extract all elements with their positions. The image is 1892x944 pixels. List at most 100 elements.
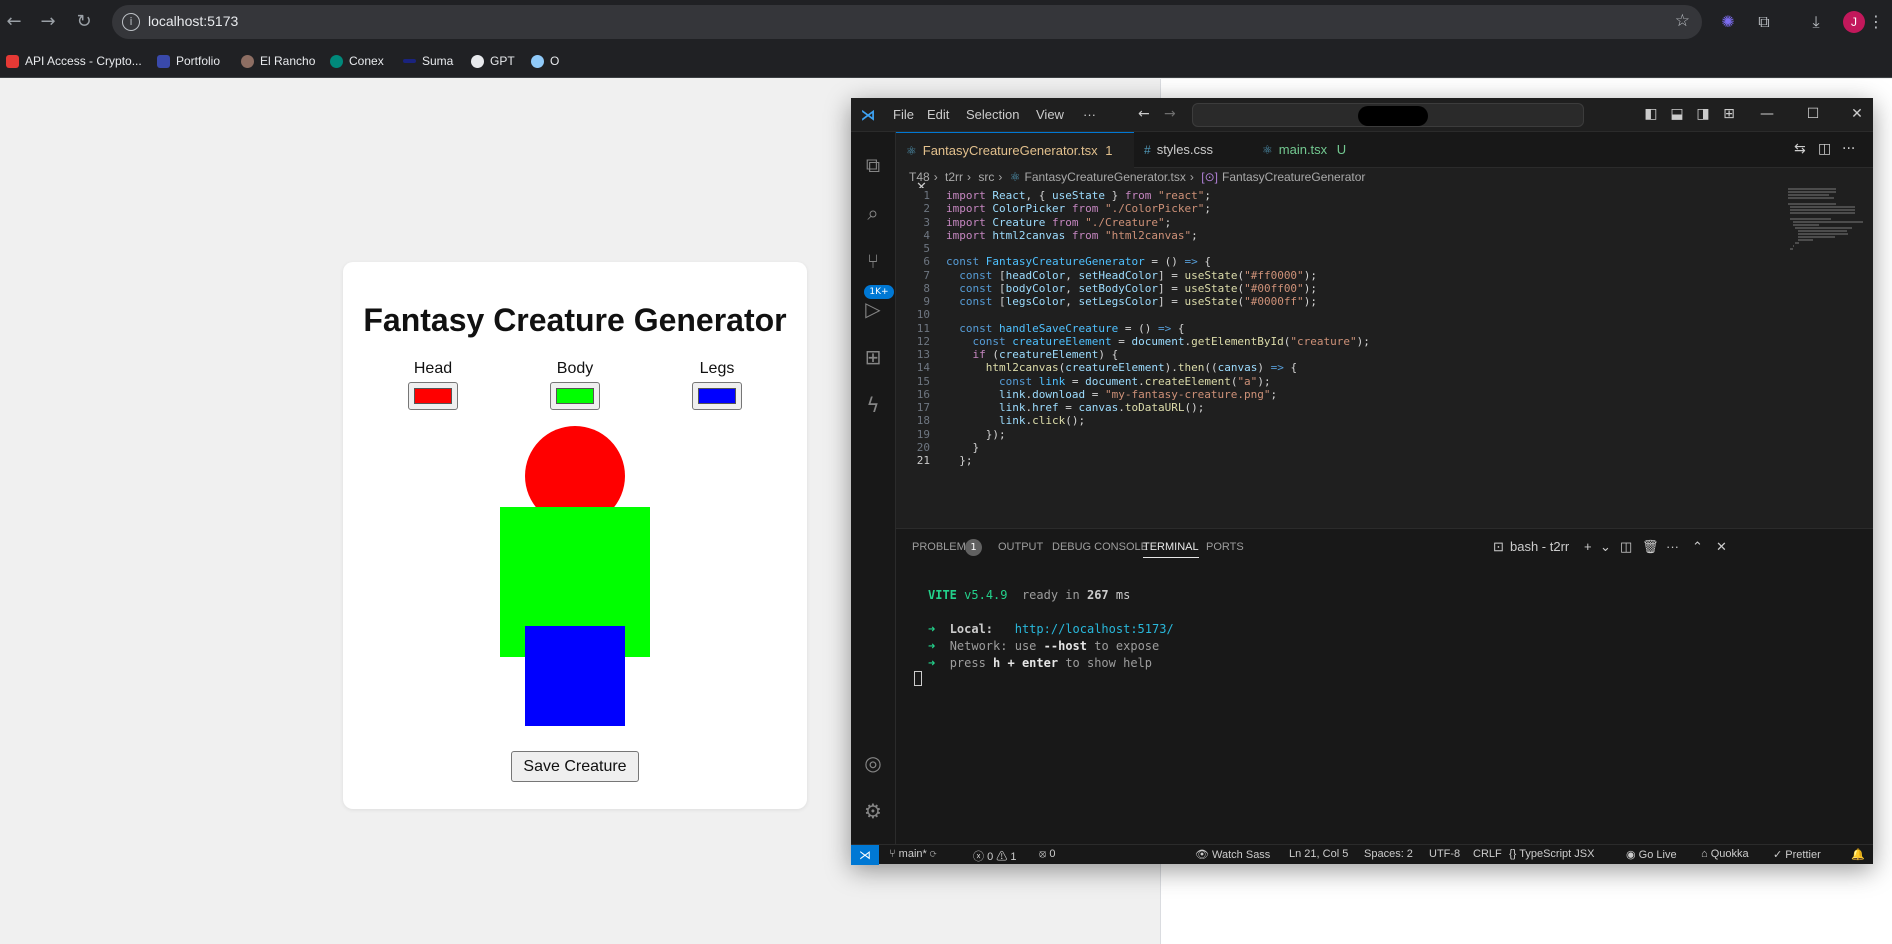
split-terminal-icon[interactable]: ◫ bbox=[1620, 539, 1632, 555]
address-bar[interactable]: i localhost:5173 ☆ bbox=[112, 5, 1702, 39]
problems-status[interactable]: ⓧ 0 ⚠ 1 bbox=[973, 848, 1016, 864]
run-debug-icon[interactable]: ▷ bbox=[860, 296, 886, 322]
bookmark-item[interactable]: GPT bbox=[471, 52, 515, 70]
menu-selection[interactable]: Selection bbox=[966, 107, 1019, 122]
minimap[interactable] bbox=[1788, 188, 1868, 288]
bookmark-item[interactable]: Conex bbox=[330, 52, 384, 70]
minimap-line bbox=[1788, 194, 1829, 196]
close-panel-icon[interactable]: ✕ bbox=[1716, 539, 1727, 555]
breadcrumb-item[interactable]: FantasyCreatureGenerator bbox=[1222, 170, 1365, 184]
panel-tab-debug-console[interactable]: DEBUG CONSOLE bbox=[1052, 541, 1148, 553]
minimap-line bbox=[1790, 248, 1793, 250]
nav-back-icon[interactable]: ← bbox=[1138, 106, 1150, 122]
download-icon[interactable]: ⤓ bbox=[1804, 10, 1828, 34]
site-info-icon[interactable]: i bbox=[122, 13, 140, 31]
notifications-bell-icon[interactable]: 🔔 bbox=[1851, 848, 1865, 861]
check-icon: ✓ bbox=[1773, 849, 1783, 861]
go-live-status[interactable]: ◉ Go Live bbox=[1626, 848, 1677, 861]
terminal-cursor[interactable] bbox=[914, 671, 922, 686]
search-icon[interactable]: ⌕ bbox=[860, 200, 886, 226]
maximize-icon[interactable]: ☐ bbox=[1803, 104, 1823, 124]
quokka-status[interactable]: ⌂ Quokka bbox=[1701, 848, 1749, 860]
explorer-icon[interactable]: ⧉ bbox=[860, 152, 886, 178]
minimap-line bbox=[1788, 188, 1836, 190]
tab-fantasy-creature-generator[interactable]: ⚛ FantasyCreatureGenerator.tsx 1 ✕ bbox=[896, 132, 1134, 194]
maximize-panel-icon[interactable]: ⌃ bbox=[1692, 539, 1703, 555]
bookmark-item[interactable]: Portfolio bbox=[157, 52, 220, 70]
extensions-puzzle-icon[interactable]: ⧉ bbox=[1752, 10, 1776, 34]
breadcrumb-item[interactable]: T48 bbox=[909, 170, 930, 184]
breadcrumb-item[interactable]: t2rr bbox=[945, 170, 963, 184]
command-center[interactable] bbox=[1192, 103, 1584, 127]
accounts-icon[interactable]: ◎ bbox=[860, 750, 886, 776]
lightning-icon[interactable]: ϟ bbox=[860, 392, 886, 418]
minimap-line bbox=[1790, 218, 1832, 220]
bookmark-favicon-icon bbox=[6, 54, 19, 68]
breadcrumb-item[interactable]: FantasyCreatureGenerator.tsx bbox=[1024, 170, 1185, 184]
source-control-icon[interactable]: ⑂ bbox=[860, 248, 886, 274]
code-line[interactable]: 21 }; bbox=[896, 453, 1746, 469]
new-terminal-icon[interactable]: + bbox=[1584, 539, 1592, 554]
terminal-name[interactable]: bash - t2rr bbox=[1510, 539, 1569, 554]
head-color-input[interactable] bbox=[408, 382, 458, 410]
bookmark-item[interactable]: El Rancho bbox=[241, 52, 315, 70]
minimize-icon[interactable]: — bbox=[1757, 104, 1777, 124]
tab-main-tsx[interactable]: ⚛ main.tsx U bbox=[1252, 132, 1372, 168]
extension-icon[interactable]: ✺ bbox=[1716, 10, 1740, 34]
prettier-status[interactable]: ✓ Prettier bbox=[1773, 848, 1821, 861]
cursor-position[interactable]: Ln 21, Col 5 bbox=[1289, 848, 1348, 860]
kill-terminal-icon[interactable]: 🗑 bbox=[1642, 539, 1659, 555]
panel-tab-output[interactable]: OUTPUT bbox=[998, 541, 1043, 553]
breadcrumb-item[interactable]: src bbox=[978, 170, 994, 184]
terminal-dropdown-icon[interactable]: ⌄ bbox=[1600, 539, 1611, 555]
customize-layout-icon[interactable]: ⊞ bbox=[1719, 104, 1739, 124]
back-icon[interactable]: ← bbox=[2, 10, 26, 34]
sync-icon[interactable]: ⟳ bbox=[930, 848, 937, 860]
open-changes-icon[interactable]: ⇆ bbox=[1794, 141, 1806, 157]
ports-icon: ⦻ bbox=[1039, 848, 1047, 860]
split-editor-icon[interactable]: ◫ bbox=[1818, 141, 1831, 157]
language-mode[interactable]: {} TypeScript JSX bbox=[1509, 848, 1594, 860]
code-editor[interactable]: 1 import React, { useState } from "react"… bbox=[896, 188, 1873, 528]
body-color-input[interactable] bbox=[550, 382, 600, 410]
toggle-panel-icon[interactable]: ⬓ bbox=[1667, 104, 1687, 124]
remote-indicator-icon[interactable]: ⋊ bbox=[851, 845, 879, 865]
encoding[interactable]: UTF-8 bbox=[1429, 848, 1460, 860]
menu-more[interactable]: ··· bbox=[1083, 107, 1096, 122]
menu-edit[interactable]: Edit bbox=[927, 107, 949, 122]
menu-view[interactable]: View bbox=[1036, 107, 1064, 122]
save-creature-button[interactable]: Save Creature bbox=[511, 751, 639, 782]
git-branch[interactable]: ⑂ main* ⟳ bbox=[889, 848, 936, 860]
menu-file[interactable]: File bbox=[893, 107, 914, 122]
minimap-line bbox=[1797, 233, 1848, 235]
forward-icon[interactable]: → bbox=[36, 10, 60, 34]
panel-tab-ports[interactable]: PORTS bbox=[1206, 541, 1244, 553]
minimap-line bbox=[1792, 245, 1794, 247]
reload-icon[interactable]: ↻ bbox=[72, 10, 96, 34]
tab-styles-css[interactable]: # styles.css bbox=[1134, 132, 1252, 168]
more-actions-icon[interactable]: ··· bbox=[1842, 141, 1855, 157]
ports-status[interactable]: ⦻ 0 bbox=[1039, 848, 1055, 861]
bookmark-item[interactable]: O bbox=[531, 52, 559, 70]
extensions-icon[interactable]: ⊞ bbox=[860, 344, 886, 370]
legs-color-input[interactable] bbox=[692, 382, 742, 410]
bookmark-item[interactable]: Suma bbox=[403, 52, 453, 70]
watch-sass-status[interactable]: 👁 Watch Sass bbox=[1195, 848, 1270, 861]
panel-tab-problems[interactable]: PROBLEMS bbox=[912, 541, 973, 553]
settings-gear-icon[interactable]: ⚙ bbox=[860, 798, 886, 824]
toggle-sidebar-icon[interactable]: ◧ bbox=[1641, 104, 1661, 124]
indentation[interactable]: Spaces: 2 bbox=[1364, 848, 1413, 860]
bookmark-item[interactable]: API Access - Crypto... bbox=[6, 52, 142, 70]
panel-more-icon[interactable]: ··· bbox=[1666, 539, 1679, 554]
local-url-link[interactable]: http://localhost:5173/ bbox=[1015, 622, 1174, 636]
profile-avatar[interactable]: J bbox=[1843, 11, 1865, 33]
toggle-secondary-sidebar-icon[interactable]: ◨ bbox=[1693, 104, 1713, 124]
creature-legs bbox=[525, 626, 625, 726]
bookmark-star-icon[interactable]: ☆ bbox=[1675, 11, 1690, 31]
bookmark-favicon-icon bbox=[471, 54, 484, 68]
panel-tab-terminal[interactable]: TERMINAL bbox=[1143, 541, 1199, 558]
line-ending[interactable]: CRLF bbox=[1473, 848, 1502, 860]
nav-forward-icon[interactable]: → bbox=[1164, 106, 1176, 122]
close-window-icon[interactable]: ✕ bbox=[1847, 104, 1867, 124]
chrome-menu-icon[interactable]: ⋮ bbox=[1864, 10, 1888, 34]
